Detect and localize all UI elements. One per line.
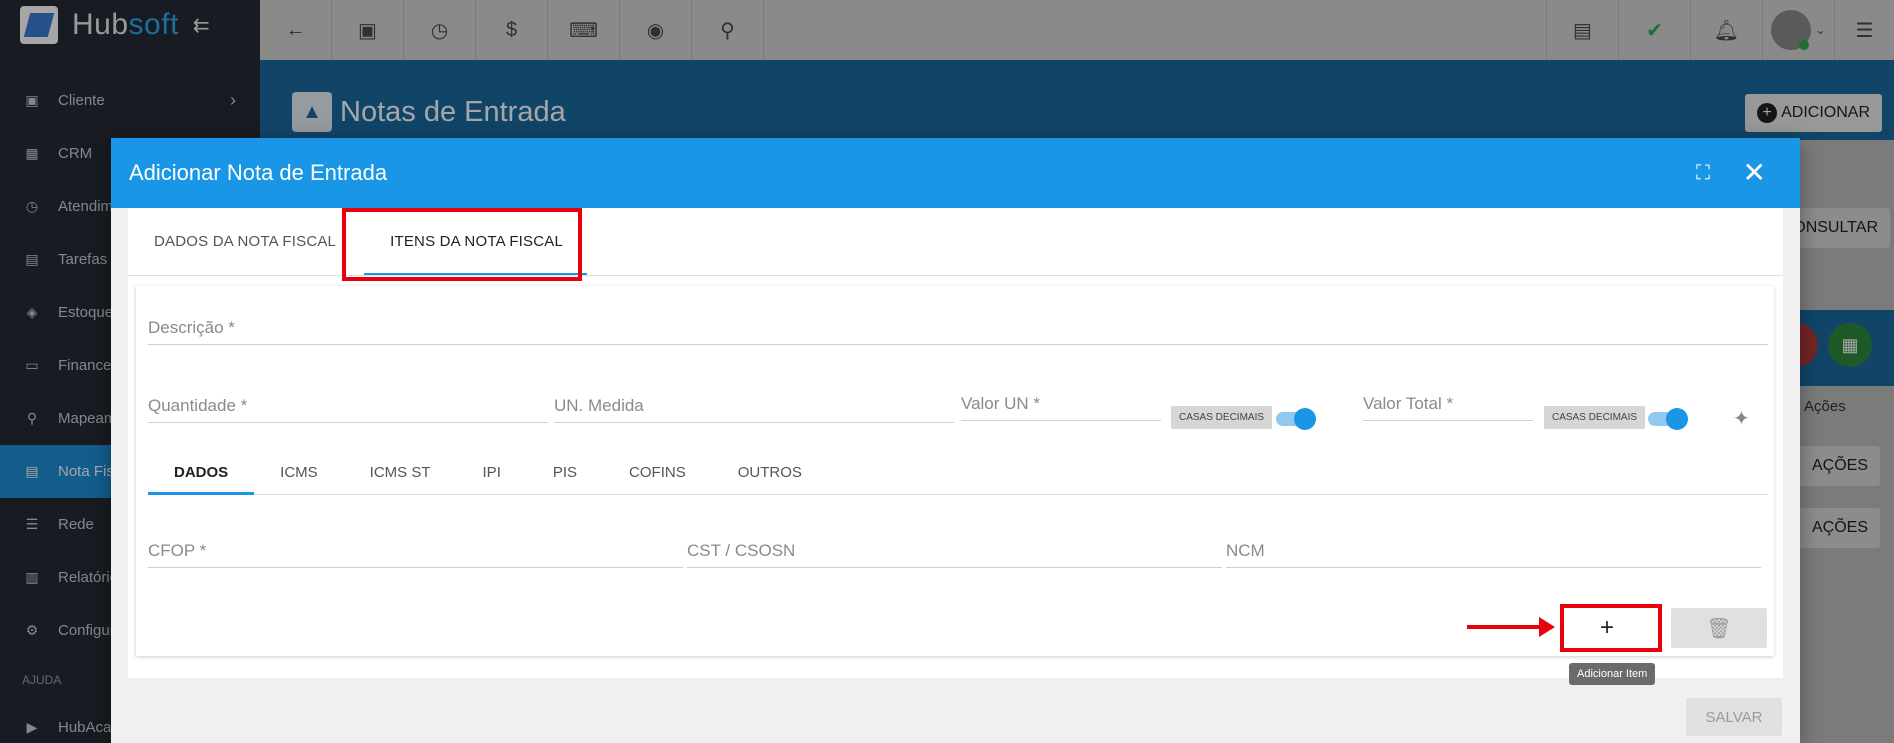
casas-decimais-chip-2: CASAS DECIMAIS	[1544, 406, 1646, 429]
add-item-tooltip: Adicionar Item	[1569, 663, 1656, 685]
modal-body: DADOS DA NOTA FISCAL ITENS DA NOTA FISCA…	[128, 208, 1783, 678]
cfop-field[interactable]: CFOP *	[148, 541, 683, 568]
subtab-icms-st[interactable]: ICMS ST	[344, 451, 457, 494]
valor-un-field[interactable]: Valor UN *	[961, 394, 1161, 421]
fullscreen-icon[interactable]: ⛶	[1696, 162, 1710, 185]
add-nota-modal: Adicionar Nota de Entrada ⛶ ✕ DADOS DA N…	[111, 138, 1800, 743]
item-form-card: Descrição * Quantidade * UN. Medida Valo…	[136, 286, 1774, 656]
casas-decimais-toggle-1[interactable]	[1276, 408, 1316, 430]
magic-wand-icon[interactable]: ✦	[1733, 406, 1750, 431]
subtab-icms[interactable]: ICMS	[254, 451, 344, 494]
trash-icon: 🗑︎	[1706, 617, 1732, 640]
salvar-button[interactable]: SALVAR	[1686, 698, 1782, 736]
red-arrow-annotation	[1467, 617, 1555, 637]
cst-csosn-field[interactable]: CST / CSOSN	[687, 541, 1222, 568]
tab-dados-nota-fiscal[interactable]: DADOS DA NOTA FISCAL	[128, 208, 356, 275]
ncm-field[interactable]: NCM	[1226, 541, 1761, 568]
casas-decimais-chip-1: CASAS DECIMAIS	[1171, 406, 1273, 429]
item-subtabs: DADOS ICMS ICMS ST IPI PIS COFINS OUTROS	[148, 451, 1768, 495]
quantidade-field[interactable]: Quantidade *	[148, 396, 548, 423]
descricao-field[interactable]: Descrição *	[148, 318, 1768, 345]
modal-header: Adicionar Nota de Entrada ⛶ ✕	[111, 138, 1800, 208]
subtab-ipi[interactable]: IPI	[457, 451, 527, 494]
subtab-pis[interactable]: PIS	[527, 451, 603, 494]
casas-decimais-toggle-2[interactable]	[1648, 408, 1688, 430]
delete-item-button[interactable]: 🗑︎	[1671, 608, 1767, 648]
modal-title: Adicionar Nota de Entrada	[129, 160, 388, 185]
close-icon[interactable]: ✕	[1743, 156, 1766, 189]
subtab-dados[interactable]: DADOS	[148, 451, 255, 495]
subtab-outros[interactable]: OUTROS	[712, 451, 828, 494]
un-medida-field[interactable]: UN. Medida	[554, 396, 954, 423]
valor-total-field[interactable]: Valor Total *	[1363, 394, 1533, 421]
subtab-cofins[interactable]: COFINS	[603, 451, 712, 494]
highlight-add-item-box	[1560, 604, 1662, 652]
highlight-tab-box	[342, 208, 582, 281]
